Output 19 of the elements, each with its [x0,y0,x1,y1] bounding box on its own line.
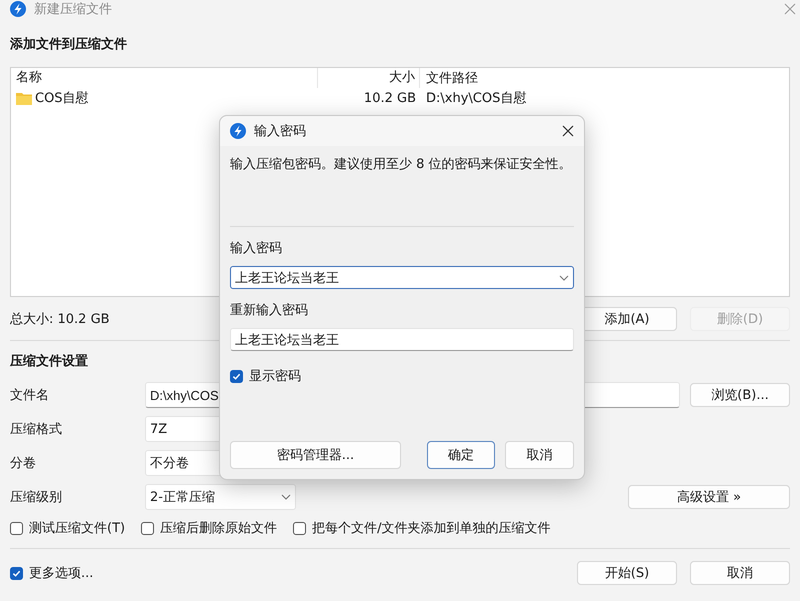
field-label: 压缩级别 [10,489,63,506]
checkbox-label: 把每个文件/文件夹添加到单独的压缩文件 [312,520,550,537]
section-heading: 添加文件到压缩文件 [10,37,128,53]
checkbox-label: 显示密码 [249,368,301,385]
file-size: 10.2 GB [362,90,417,106]
window-title: 新建压缩文件 [34,1,113,18]
checkbox-label: 压缩后删除原始文件 [160,520,278,537]
field-label: 文件名 [10,387,50,404]
total-size: 总大小: 10.2 GB [10,311,111,328]
checkbox-label: 更多选项... [29,565,94,582]
field-label: 输入密码 [230,240,283,258]
dialog-title: 输入密码 [254,123,307,140]
field-label: 分卷 [10,455,37,472]
field-label: 压缩格式 [10,421,63,438]
checkbox-label: 测试压缩文件(T) [29,520,126,537]
description-text: 输入压缩包密码。建议使用至少 8 位的密码来保证安全性。 [230,156,573,174]
file-path: D:\xhy\COS自慰 [425,90,526,107]
field-label: 重新输入密码 [230,302,309,320]
section-heading: 压缩文件设置 [10,354,89,370]
